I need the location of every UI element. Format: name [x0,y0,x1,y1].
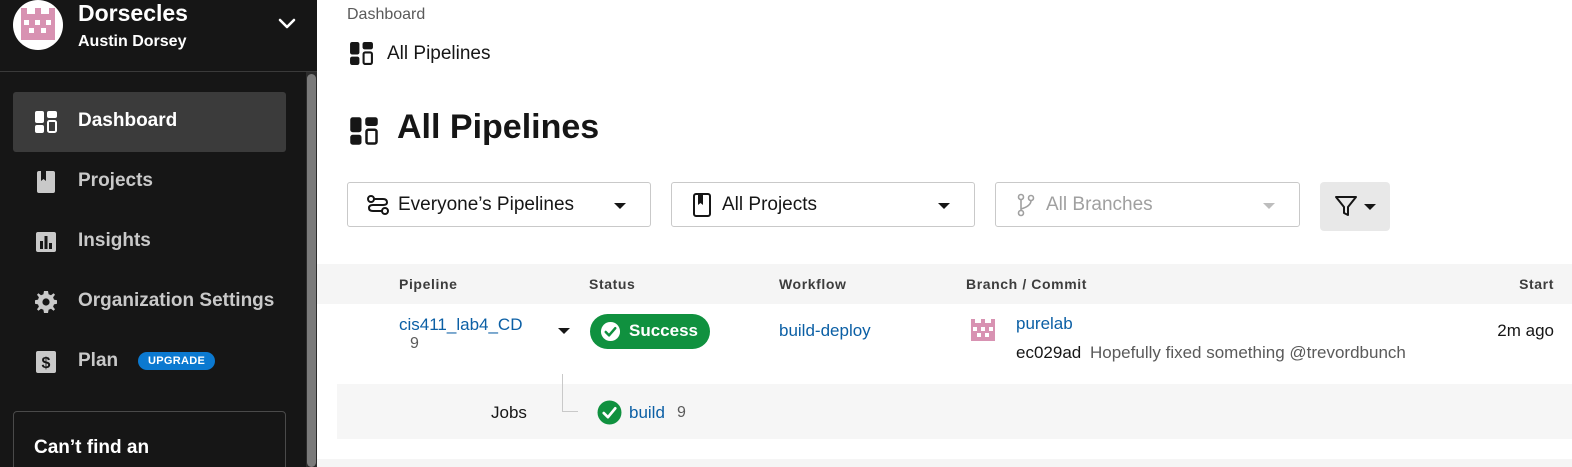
svg-text:$: $ [42,355,51,372]
committer-avatar [966,314,1000,348]
sidebar-item-projects[interactable]: Projects [13,152,286,212]
column-header-branch-commit: Branch / Commit [966,276,1088,292]
dashboard-icon [350,42,373,65]
pipelines-filter-value: Everyone’s Pipelines [398,194,575,215]
branches-filter-value: All Branches [1046,194,1153,215]
pipelines-filter-dropdown[interactable]: Everyone’s Pipelines [347,182,651,227]
column-header-status: Status [589,276,636,292]
breadcrumb-current-label: All Pipelines [387,43,491,64]
projects-filter-value: All Projects [722,194,818,215]
pipelines-icon [367,195,389,215]
pipeline-number: 9 [410,335,419,352]
column-header-start: Start [1519,276,1554,292]
column-header-pipeline: Pipeline [399,276,458,292]
status-badge[interactable]: Success [590,314,710,349]
scrollbar-thumb[interactable] [307,74,316,467]
sidebar-item-organization-settings[interactable]: Organization Settings [13,272,286,332]
dollar-icon: $ [36,351,56,373]
jobs-label: Jobs [491,403,527,422]
workflow-link[interactable]: build-deploy [779,321,871,341]
page-title: All Pipelines [397,108,600,146]
expand-row-caret-icon[interactable] [558,328,570,334]
caret-down-icon [1263,203,1275,209]
sidebar-item-label: Dashboard [78,110,178,131]
sidebar-scrollbar[interactable] [306,72,317,467]
promo-text: Can’t find an [34,437,150,458]
dashboard-icon [350,117,378,145]
branch-link[interactable]: purelab [1016,314,1073,334]
sidebar-item-label: Projects [78,170,153,191]
status-label: Success [629,321,698,340]
commit-sha[interactable]: ec029ad [1016,343,1081,363]
projects-filter-dropdown[interactable]: All Projects [671,182,975,227]
gear-icon [35,291,57,313]
upgrade-badge[interactable]: UPGRADE [138,352,216,370]
job-link[interactable]: build [629,403,665,423]
sidebar-item-label: Insights [78,230,151,251]
check-circle-icon [597,400,622,425]
column-header-workflow: Workflow [779,276,847,292]
job-number: 9 [677,404,686,421]
org-name: Dorsecles [78,0,188,26]
pipeline-name-link[interactable]: cis411_lab4_CD [399,315,522,335]
sidebar-item-dashboard[interactable]: Dashboard [13,92,286,152]
sidebar-item-label: Plan [78,350,119,371]
dashboard-icon [35,111,57,133]
org-avatar [13,0,63,50]
start-time: 2m ago [1497,321,1554,340]
check-circle-icon [600,321,621,342]
caret-down-icon [938,203,950,209]
tree-connector [562,374,563,412]
tree-connector [562,411,578,412]
org-user-name: Austin Dorsey [78,33,187,50]
next-row-divider [317,459,1572,467]
bar-chart-icon [36,232,56,252]
commit-message: Hopefully fixed something @trevordbunch [1090,343,1406,362]
filter-icon [1335,196,1357,216]
help-promo-card: Can’t find an [13,411,286,467]
org-switcher[interactable]: Dorsecles Austin Dorsey [0,0,317,72]
branches-filter-dropdown[interactable]: All Branches [995,182,1300,227]
sidebar-item-label: Organization Settings [78,290,275,311]
sidebar-item-insights[interactable]: Insights [13,212,286,272]
advanced-filter-button[interactable] [1320,182,1390,231]
sidebar: Dorsecles Austin Dorsey Dashboard Projec… [0,0,317,467]
sidebar-item-plan[interactable]: $ Plan UPGRADE [13,332,286,392]
book-icon [37,171,55,193]
git-branch-icon [1017,193,1035,217]
breadcrumb-root[interactable]: Dashboard [347,6,425,24]
caret-down-icon [614,203,626,209]
book-icon [693,193,711,217]
chevron-down-icon[interactable] [277,14,297,34]
table-header: Pipeline Status Workflow Branch / Commit… [317,264,1572,304]
caret-down-icon [1364,204,1376,210]
